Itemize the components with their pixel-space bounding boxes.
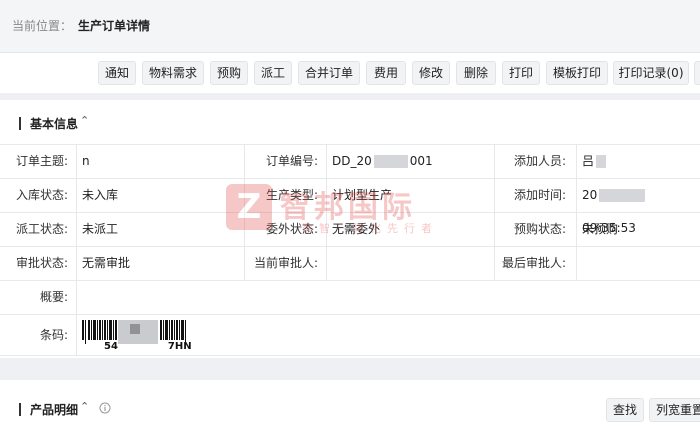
info-row: 入库状态: 未入库 生产类型: 计划型生产 添加时间: 2009:35:53 (0, 179, 700, 235)
field-label: 委外状态: (265, 222, 318, 236)
field-label: 入库状态: (15, 188, 68, 202)
reset-column-width-button[interactable]: 列宽重置 (649, 398, 700, 422)
barcode-text: 54 7HN (104, 341, 192, 352)
order-subject-value: n (82, 154, 90, 168)
field-label: 订单主题: (15, 154, 68, 168)
field-label: 派工状态: (15, 222, 68, 236)
more-button[interactable] (694, 61, 700, 85)
field-label: 预购状态: (513, 222, 566, 236)
edit-button[interactable]: 修改 (412, 61, 450, 85)
print-button[interactable]: 打印 (502, 61, 540, 85)
section-gap (0, 358, 700, 380)
outsource-status-value: 无需委外 (332, 222, 381, 236)
section-marker (19, 403, 21, 416)
info-icon[interactable] (99, 402, 111, 414)
basic-info-panel: 基本信息 ⌃ 订单主题: n 订单编号: DD_20 001 添加人员: 吕 入库… (0, 100, 700, 358)
cost-button[interactable]: 费用 (366, 61, 406, 85)
field-label: 订单编号: (265, 154, 318, 168)
prepurchase-status-value: 未预购 (582, 222, 619, 236)
dispatch-button[interactable]: 派工 (254, 61, 292, 85)
breadcrumb: 当前位置： 生产订单详情 (12, 17, 150, 34)
summary-label: 概要: (39, 290, 68, 304)
summary-row: 概要: (0, 281, 700, 315)
approval-status-value: 无需审批 (82, 256, 131, 270)
prepurchase-button[interactable]: 预购 (210, 61, 248, 85)
page-title: 生产订单详情 (78, 19, 151, 33)
stock-in-status-value: 未入库 (82, 188, 119, 202)
action-toolbar: 通知 物料需求 预购 派工 合并订单 费用 修改 删除 打印 模板打印 打印记录… (0, 52, 700, 93)
section-marker (19, 117, 21, 130)
field-label: 生产类型: (265, 188, 318, 202)
creator-value: 吕 (582, 145, 607, 178)
print-record-button[interactable]: 打印记录(0) (613, 61, 689, 85)
breadcrumb-label: 当前位置： (12, 19, 73, 33)
info-row: 派工状态: 未派工 委外状态: 无需委外 预购状态: 未预购 (0, 213, 700, 247)
search-button[interactable]: 查找 (606, 398, 644, 422)
notify-button[interactable]: 通知 (98, 61, 136, 85)
field-label: 添加时间: (513, 188, 566, 202)
top-bar: 当前位置： 生产订单详情 (0, 0, 700, 52)
chevron-up-icon[interactable]: ⌃ (80, 114, 89, 127)
basic-info-title: 基本信息 (30, 117, 79, 131)
created-time-value: 2009:35:53 (582, 179, 700, 235)
production-type-value: 计划型生产 (332, 188, 393, 202)
field-label: 添加人员: (513, 154, 566, 168)
field-label: 当前审批人: (253, 256, 318, 270)
barcode-label: 条码: (39, 328, 68, 342)
barcode-row: 条码: 54 7HN (0, 315, 700, 356)
chevron-up-icon[interactable]: ⌃ (80, 400, 89, 413)
field-label: 最后审批人: (501, 256, 566, 270)
info-row: 审批状态: 无需审批 当前审批人: 最后审批人: (0, 247, 700, 281)
info-row: 订单主题: n 订单编号: DD_20 001 添加人员: 吕 (0, 145, 700, 179)
template-print-button[interactable]: 模板打印 (546, 61, 608, 85)
field-label: 审批状态: (15, 256, 68, 270)
dispatch-status-value: 未派工 (82, 222, 119, 236)
section-gap (0, 93, 700, 100)
product-detail-title: 产品明细 (30, 403, 79, 417)
delete-button[interactable]: 删除 (456, 61, 496, 85)
material-demand-button[interactable]: 物料需求 (142, 61, 204, 85)
product-detail-panel: 产品明细 ⌃ 查找 列宽重置 (0, 380, 700, 426)
basic-info-grid: 订单主题: n 订单编号: DD_20 001 添加人员: 吕 入库状态: 未入库… (0, 144, 700, 356)
order-number-value: DD_20 001 (332, 154, 433, 168)
merge-order-button[interactable]: 合并订单 (298, 61, 360, 85)
